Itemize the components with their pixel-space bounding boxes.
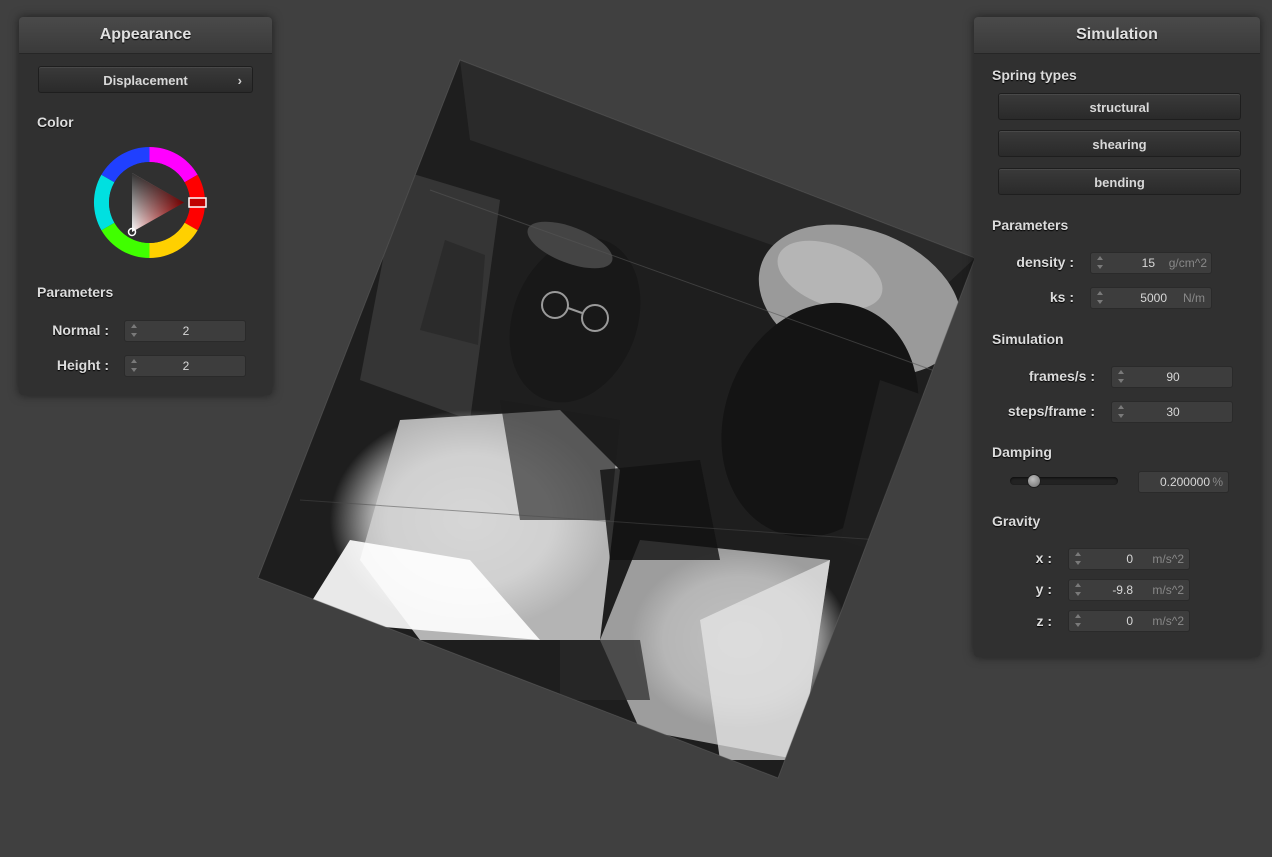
height-input[interactable]: 2 xyxy=(124,355,246,377)
appearance-panel: Appearance Displacement › Color Paramete… xyxy=(19,17,272,395)
spinner-icon[interactable] xyxy=(1097,290,1105,306)
gravity-x-label: x : xyxy=(1035,550,1052,566)
structural-button[interactable]: structural xyxy=(998,93,1241,120)
ks-unit: N/m xyxy=(1183,291,1205,305)
color-wheel-svg[interactable] xyxy=(92,145,207,260)
simulation-panel: Simulation Spring types structural shear… xyxy=(974,17,1260,657)
spring-types-label: Spring types xyxy=(992,67,1077,83)
damping-unit: % xyxy=(1212,475,1223,489)
spinner-icon[interactable] xyxy=(1075,613,1083,629)
hue-marker[interactable] xyxy=(188,197,207,208)
simulation-title[interactable]: Simulation xyxy=(974,17,1260,54)
fps-input[interactable]: 90 xyxy=(1111,366,1233,388)
gravity-z-unit: m/s^2 xyxy=(1152,614,1184,628)
gravity-y-input[interactable]: -9.8 m/s^2 xyxy=(1068,579,1190,601)
gravity-x-unit: m/s^2 xyxy=(1152,552,1184,566)
ks-label: ks : xyxy=(1049,289,1074,305)
density-value: 15 xyxy=(1141,256,1155,270)
app-viewport[interactable]: Appearance Displacement › Color Paramete… xyxy=(0,0,1272,857)
color-label: Color xyxy=(37,114,74,130)
gravity-y-unit: m/s^2 xyxy=(1152,583,1184,597)
steps-label: steps/frame : xyxy=(1007,403,1095,419)
spinner-icon[interactable] xyxy=(1075,582,1083,598)
normal-label: Normal : xyxy=(52,322,109,338)
gravity-z-input[interactable]: 0 m/s^2 xyxy=(1068,610,1190,632)
gravity-y-label: y : xyxy=(1035,581,1052,597)
normal-value: 2 xyxy=(182,324,190,338)
fps-value: 90 xyxy=(1166,370,1180,384)
damping-value: 0.200000 xyxy=(1159,475,1210,489)
density-unit: g/cm^2 xyxy=(1168,256,1207,270)
gravity-x-input[interactable]: 0 m/s^2 xyxy=(1068,548,1190,570)
damping-slider[interactable] xyxy=(1010,477,1118,485)
steps-input[interactable]: 30 xyxy=(1111,401,1233,423)
bending-button[interactable]: bending xyxy=(998,168,1241,195)
density-label: density : xyxy=(1016,254,1074,270)
gravity-label: Gravity xyxy=(992,513,1041,529)
height-label: Height : xyxy=(56,357,109,373)
fps-label: frames/s : xyxy=(1028,368,1095,384)
spinner-icon[interactable] xyxy=(1097,255,1105,271)
normal-input[interactable]: 2 xyxy=(124,320,246,342)
gravity-z-label: z : xyxy=(1036,613,1052,629)
height-value: 2 xyxy=(182,359,190,373)
gravity-x-value: 0 xyxy=(1126,552,1133,566)
ks-input[interactable]: 5000 N/m xyxy=(1090,287,1212,309)
displacement-button-label: Displacement xyxy=(103,73,188,88)
parameters-label: Parameters xyxy=(992,217,1069,233)
chevron-right-icon: › xyxy=(237,73,242,88)
damping-input[interactable]: 0.200000 % xyxy=(1138,471,1229,493)
shearing-button[interactable]: shearing xyxy=(998,130,1241,157)
steps-value: 30 xyxy=(1166,405,1180,419)
color-wheel[interactable] xyxy=(92,145,207,260)
parameters-label: Parameters xyxy=(37,284,114,300)
appearance-title[interactable]: Appearance xyxy=(19,17,272,54)
simulation-section-label: Simulation xyxy=(992,331,1064,347)
gravity-y-value: -9.8 xyxy=(1112,583,1133,597)
cloth-texture xyxy=(258,60,975,778)
damping-label: Damping xyxy=(992,444,1052,460)
spinner-icon[interactable] xyxy=(1075,551,1083,567)
gravity-z-value: 0 xyxy=(1126,614,1133,628)
damping-slider-handle[interactable] xyxy=(1027,474,1042,488)
density-input[interactable]: 15 g/cm^2 xyxy=(1090,252,1212,274)
displacement-button[interactable]: Displacement › xyxy=(38,66,253,93)
ks-value: 5000 xyxy=(1140,291,1167,305)
